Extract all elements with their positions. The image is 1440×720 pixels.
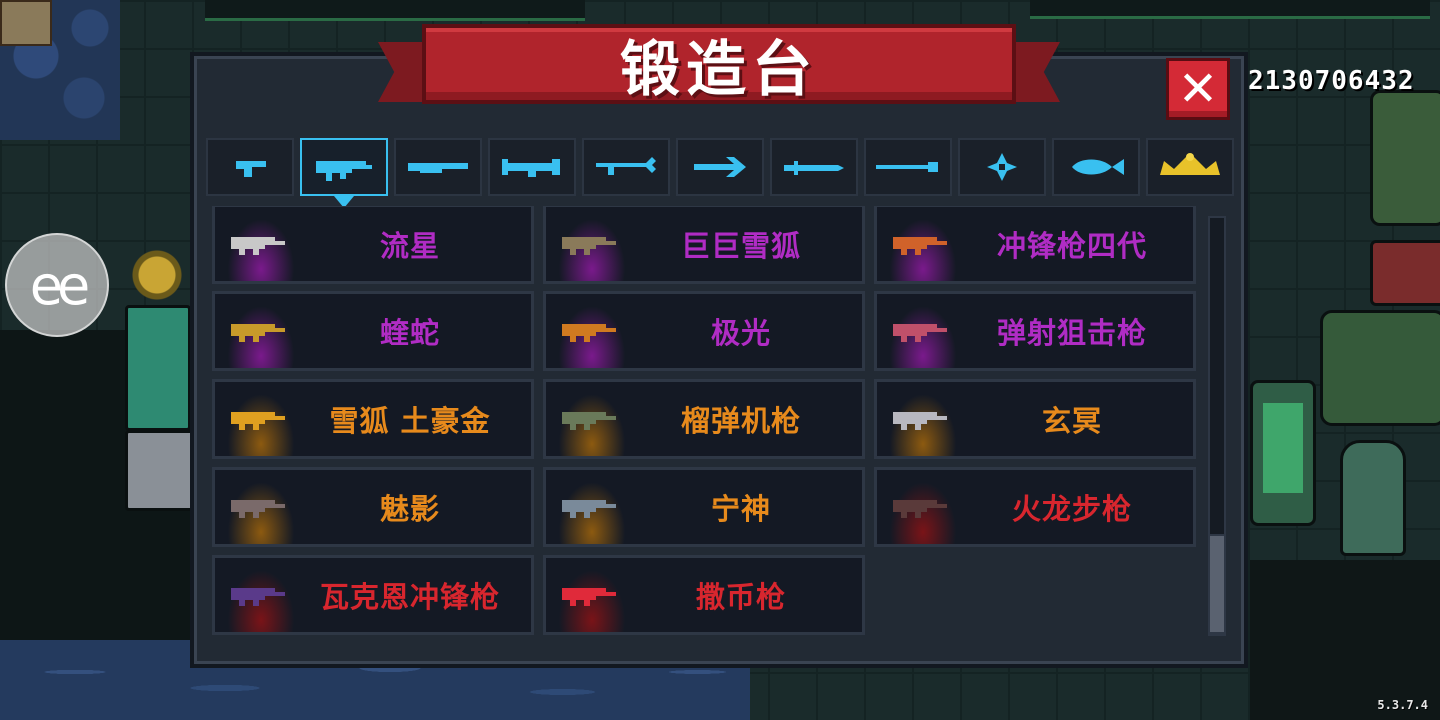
crate-machine xyxy=(1320,310,1440,426)
weapon-name: 宁神 xyxy=(710,492,771,526)
page-title: 锻造台 xyxy=(620,34,818,105)
weapon-icon xyxy=(893,412,947,430)
shuriken-icon xyxy=(987,153,1017,181)
weapon-list: 流星 巨巨雪狐 冲锋枪四代蝰蛇 极光 弹射狙击枪雪狐 土豪金 榴弹机枪 玄冥魅影 宁神 火龙步枪… xyxy=(206,206,1206,640)
tab-shotgun[interactable] xyxy=(394,138,482,196)
weapon-icon xyxy=(562,237,616,255)
tab-pistol[interactable] xyxy=(206,138,294,196)
lamp-icon xyxy=(132,250,182,300)
weapon-cell[interactable]: 榴弹机枪 xyxy=(543,379,865,459)
wall-ledge xyxy=(205,0,585,21)
title-banner: 锻造台 xyxy=(378,24,1060,116)
weapon-icon xyxy=(893,324,947,342)
weapon-category-tabs xyxy=(206,138,1234,198)
wall-sign xyxy=(0,0,52,46)
tab-spear[interactable] xyxy=(676,138,764,196)
weapon-cell[interactable]: 流星 xyxy=(212,206,534,284)
overlay-floating-button[interactable]: ee xyxy=(5,233,109,337)
weapon-name: 流星 xyxy=(379,229,440,263)
weapon-cell[interactable]: 玄冥 xyxy=(874,379,1196,459)
tab-smg[interactable] xyxy=(300,138,388,196)
weapon-icon xyxy=(893,500,947,518)
weapon-cell[interactable]: 巨巨雪狐 xyxy=(543,206,865,284)
weapon-cell[interactable]: 极光 xyxy=(543,291,865,371)
weapon-icon xyxy=(231,237,285,255)
weapon-icon xyxy=(893,237,947,255)
bow-icon xyxy=(596,157,656,175)
tab-crown[interactable] xyxy=(1146,138,1234,196)
sword-icon xyxy=(784,161,844,175)
weapon-icon xyxy=(231,500,285,518)
tab-staff[interactable] xyxy=(864,138,952,196)
barrel-machine xyxy=(1370,240,1440,306)
weapon-icon xyxy=(562,500,616,518)
weapon-name: 极光 xyxy=(710,316,771,350)
weapon-cell[interactable]: 宁神 xyxy=(543,467,865,547)
tab-rocket-launcher[interactable] xyxy=(488,138,576,196)
tab-fish[interactable] xyxy=(1052,138,1140,196)
shotgun-icon xyxy=(408,163,468,173)
capsule-machine xyxy=(1340,440,1406,556)
weapon-name: 瓦克恩冲锋枪 xyxy=(319,580,500,614)
weapon-cell[interactable]: 冲锋枪四代 xyxy=(874,206,1196,284)
dark-floor-right xyxy=(1250,560,1440,720)
weapon-name: 榴弹机枪 xyxy=(680,404,801,438)
close-icon: ✕ xyxy=(1177,61,1219,117)
gem-counter: 2130706432 xyxy=(1248,66,1415,96)
pistol-icon xyxy=(236,161,266,177)
tab-sword[interactable] xyxy=(770,138,858,196)
tab-shuriken[interactable] xyxy=(958,138,1046,196)
smg-icon xyxy=(316,161,372,181)
weapon-icon xyxy=(231,588,285,606)
tab-bow[interactable] xyxy=(582,138,670,196)
close-button[interactable]: ✕ xyxy=(1166,58,1230,120)
weapon-icon xyxy=(231,412,285,430)
weapon-icon xyxy=(231,324,285,342)
weapon-cell[interactable]: 弹射狙击枪 xyxy=(874,291,1196,371)
weapon-name: 撒币枪 xyxy=(695,580,786,614)
weapon-icon xyxy=(562,412,616,430)
weapon-name: 弹射狙击枪 xyxy=(996,316,1147,350)
weapon-name: 魅影 xyxy=(379,492,440,526)
weapon-icon xyxy=(562,588,616,606)
weapon-name: 蝰蛇 xyxy=(379,316,440,350)
wall-ledge xyxy=(1030,0,1430,19)
rocket-launcher-icon xyxy=(502,159,560,177)
weapon-cell[interactable]: 蝰蛇 xyxy=(212,291,534,371)
weapon-name: 巨巨雪狐 xyxy=(680,229,801,263)
crown-icon xyxy=(1160,153,1220,175)
staff-icon xyxy=(876,162,938,172)
generator-machine xyxy=(1370,90,1440,226)
weapon-cell[interactable]: 火龙步枪 xyxy=(874,467,1196,547)
weapon-cell[interactable]: 撒币枪 xyxy=(543,555,865,635)
fish-icon xyxy=(1072,159,1124,175)
weapon-name: 火龙步枪 xyxy=(1011,492,1132,526)
weapon-cell[interactable]: 瓦克恩冲锋枪 xyxy=(212,555,534,635)
cart-machine xyxy=(125,430,196,511)
terminal-machine xyxy=(1250,380,1316,526)
scrollbar-thumb[interactable] xyxy=(1208,534,1226,634)
spear-icon xyxy=(694,157,746,177)
weapon-name: 玄冥 xyxy=(1041,404,1102,438)
weapon-cell[interactable]: 魅影 xyxy=(212,467,534,547)
weapon-cell[interactable]: 雪狐 土豪金 xyxy=(212,379,534,459)
weapon-icon xyxy=(562,324,616,342)
weapon-name: 冲锋枪四代 xyxy=(996,229,1147,263)
version-label: 5.3.7.4 xyxy=(1377,698,1428,712)
pedestal-machine xyxy=(125,305,191,431)
banner-body: 锻造台 xyxy=(422,24,1016,105)
weapon-name: 雪狐 土豪金 xyxy=(329,404,491,438)
